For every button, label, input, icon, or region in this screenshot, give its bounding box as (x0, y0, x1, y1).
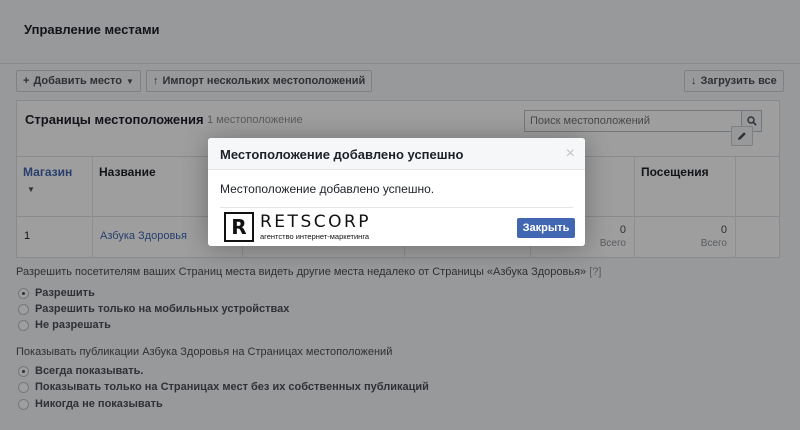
dialog-divider (220, 207, 573, 208)
logo-mark: R (224, 212, 254, 242)
logo-text: RETSCORP агентство интернет-маркетинга (260, 211, 372, 241)
logo-word: RETSCORP (260, 211, 372, 232)
dialog-header: Местоположение добавлено успешно × (208, 138, 585, 170)
logo-tagline: агентство интернет-маркетинга (260, 231, 370, 241)
close-icon[interactable]: × (566, 145, 575, 163)
watermark-logo: R RETSCORP агентство интернет-маркетинга (222, 209, 382, 245)
dialog-close-button[interactable]: Закрыть (517, 218, 575, 238)
dialog-message: Местоположение добавлено успешно. (220, 182, 435, 196)
dialog-title: Местоположение добавлено успешно (220, 147, 464, 162)
